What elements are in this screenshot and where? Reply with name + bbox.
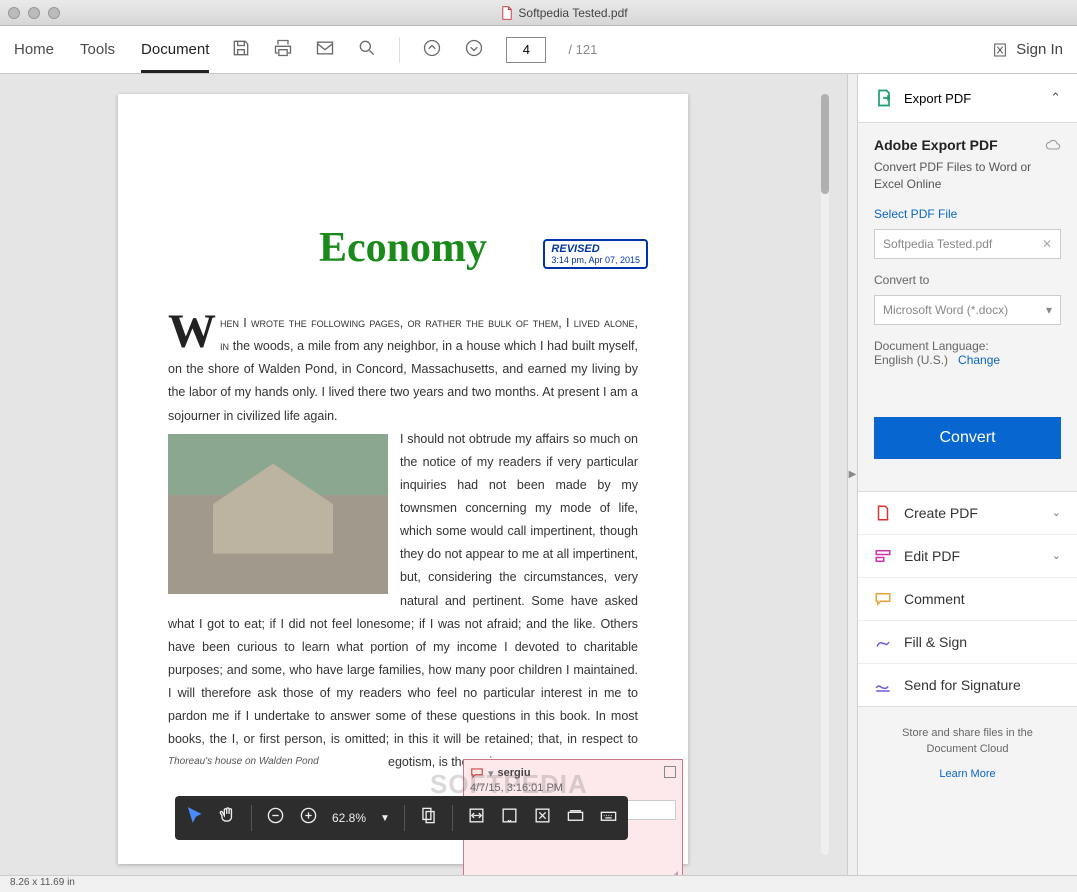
zoom-in-icon[interactable] (299, 806, 318, 830)
tab-document[interactable]: Document (141, 41, 209, 73)
signin-icon (992, 42, 1008, 58)
tab-tools[interactable]: Tools (80, 41, 115, 58)
selected-file-field[interactable]: Softpedia Tested.pdf ✕ (874, 229, 1061, 259)
page-number-input[interactable] (506, 37, 546, 63)
body-text: When I wrote the following pages, or rat… (168, 312, 638, 775)
cloud-footer-text: Store and share files in the Document Cl… (902, 727, 1033, 756)
learn-more-link[interactable]: Learn More (878, 766, 1057, 783)
signin-button[interactable]: Sign In (1016, 41, 1063, 58)
edit-pdf-icon (874, 547, 892, 565)
search-icon[interactable] (357, 38, 377, 62)
comment-icon (874, 590, 892, 608)
pdf-page: Economy REVISED 3:14 pm, Apr 07, 2015 Wh… (118, 94, 688, 864)
export-subtitle: Convert PDF Files to Word or Excel Onlin… (874, 159, 1061, 193)
pdf-file-icon (501, 6, 513, 20)
print-icon[interactable] (273, 38, 293, 62)
doc-language-value: English (U.S.) (874, 353, 948, 367)
convert-to-label: Convert to (874, 273, 1061, 287)
doc-language-label: Document Language: (874, 339, 989, 353)
export-pdf-header[interactable]: Export PDF ⌃ (858, 74, 1077, 123)
close-window-button[interactable] (8, 7, 20, 19)
tool-send-signature[interactable]: Send for Signature (858, 664, 1077, 706)
keyboard-icon[interactable] (599, 806, 618, 830)
fit-width-icon[interactable] (467, 806, 486, 830)
traffic-lights (8, 7, 60, 19)
page-down-icon[interactable] (464, 38, 484, 62)
minimize-comment-icon[interactable] (664, 766, 676, 778)
chevron-down-icon: ⌄ (1052, 549, 1061, 562)
panel-collapse-handle[interactable]: ▶ (847, 74, 857, 875)
window-title: Softpedia Tested.pdf (518, 6, 627, 20)
comment-timestamp: 4/7/15, 3:16:01 PM (470, 782, 676, 794)
fit-page-icon[interactable] (419, 806, 438, 830)
main-toolbar: Home Tools Document / 121 Sign In (0, 26, 1077, 74)
revised-stamp[interactable]: REVISED 3:14 pm, Apr 07, 2015 (543, 239, 648, 269)
export-title: Adobe Export PDF (874, 137, 998, 153)
zoom-dropdown-icon[interactable]: ▼ (380, 813, 390, 824)
select-pdf-link[interactable]: Select PDF File (874, 207, 1061, 221)
clear-file-icon[interactable]: ✕ (1042, 237, 1052, 251)
tab-home[interactable]: Home (14, 41, 54, 58)
status-bar: 8.26 x 11.69 in (0, 875, 1077, 892)
create-pdf-icon (874, 504, 892, 522)
save-icon[interactable] (231, 38, 251, 62)
zoom-level[interactable]: 62.8% (332, 811, 366, 825)
email-icon[interactable] (315, 38, 335, 62)
comment-author: sergiu (498, 767, 531, 779)
tool-comment[interactable]: Comment (858, 578, 1077, 621)
chevron-up-icon[interactable]: ⌃ (1050, 90, 1061, 106)
chevron-down-icon: ⌄ (1052, 506, 1061, 519)
image-caption: Thoreau's house on Walden Pond (168, 753, 388, 772)
zoom-out-icon[interactable] (266, 806, 285, 830)
page-up-icon[interactable] (422, 38, 442, 62)
comment-bubble-icon (470, 766, 484, 780)
send-signature-icon (874, 676, 892, 694)
resize-handle-icon[interactable]: ◢ (667, 867, 678, 875)
fullscreen-icon[interactable] (533, 806, 552, 830)
chevron-down-icon[interactable]: ▾ (488, 767, 494, 780)
tool-create-pdf[interactable]: Create PDF⌄ (858, 492, 1077, 535)
document-viewport[interactable]: Economy REVISED 3:14 pm, Apr 07, 2015 Wh… (0, 74, 847, 875)
tool-edit-pdf[interactable]: Edit PDF⌄ (858, 535, 1077, 578)
floating-toolbar: 62.8% ▼ (175, 796, 628, 840)
select-tool-icon[interactable] (185, 806, 204, 830)
vertical-scrollbar[interactable] (821, 94, 829, 855)
chevron-down-icon[interactable]: ▾ (1046, 303, 1052, 317)
walden-house-image (168, 434, 388, 594)
hand-tool-icon[interactable] (218, 806, 237, 830)
convert-format-select[interactable]: Microsoft Word (*.docx) ▾ (874, 295, 1061, 325)
read-mode-icon[interactable] (566, 806, 585, 830)
minimize-window-button[interactable] (28, 7, 40, 19)
export-pdf-label: Export PDF (904, 91, 971, 106)
cloud-icon (1045, 137, 1061, 153)
convert-button[interactable]: Convert (874, 417, 1061, 459)
page-dimensions: 8.26 x 11.69 in (10, 877, 75, 888)
export-pdf-icon (874, 88, 894, 108)
tool-fill-sign[interactable]: Fill & Sign (858, 621, 1077, 664)
window-titlebar: Softpedia Tested.pdf (0, 0, 1077, 26)
change-language-link[interactable]: Change (958, 353, 1000, 367)
fill-sign-icon (874, 633, 892, 651)
page-total: / 121 (568, 42, 597, 57)
right-panel: Export PDF ⌃ Adobe Export PDF Convert PD… (857, 74, 1077, 875)
zoom-window-button[interactable] (48, 7, 60, 19)
fit-height-icon[interactable] (500, 806, 519, 830)
